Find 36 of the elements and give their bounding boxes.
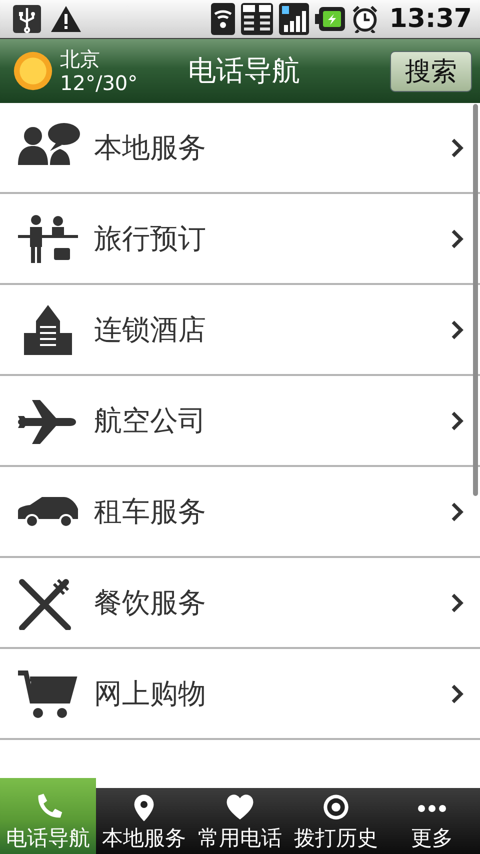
more-icon bbox=[417, 804, 447, 812]
city-name: 北京 bbox=[60, 47, 101, 71]
menu-label: 餐饮服务 bbox=[94, 584, 207, 620]
chevron-icon bbox=[450, 500, 464, 522]
sun-icon bbox=[12, 50, 54, 92]
menu-item[interactable]: 餐饮服务 bbox=[0, 558, 480, 649]
menu-label: 租车服务 bbox=[94, 494, 207, 530]
chevron-icon bbox=[450, 410, 464, 432]
app-title: 电话导航 bbox=[186, 53, 301, 89]
tab[interactable]: 更多 bbox=[384, 788, 480, 854]
tab[interactable]: 本地服务 bbox=[96, 788, 192, 854]
temperature: 12°/30° bbox=[60, 71, 138, 95]
tab[interactable]: 常用电话 bbox=[192, 788, 288, 854]
chevron-icon bbox=[450, 228, 464, 250]
battery-icon bbox=[315, 7, 346, 31]
tab[interactable]: 拨打历史 bbox=[288, 788, 384, 854]
menu-label: 网上购物 bbox=[94, 676, 207, 712]
warning-icon bbox=[50, 4, 82, 34]
clock-time: 13:37 bbox=[389, 4, 472, 34]
menu-item[interactable]: 网上购物 bbox=[0, 649, 480, 740]
menu-label: 连锁酒店 bbox=[94, 312, 207, 348]
menu-item[interactable]: 租车服务 bbox=[0, 467, 480, 558]
tab[interactable]: 电话导航 bbox=[0, 778, 96, 854]
chevron-icon bbox=[450, 318, 464, 340]
alarm-icon bbox=[351, 5, 380, 33]
usb-icon bbox=[12, 4, 42, 34]
search-button[interactable]: 搜索 bbox=[390, 50, 472, 92]
menu-label: 旅行预订 bbox=[94, 220, 207, 256]
menu-label: 航空公司 bbox=[94, 402, 207, 438]
chevron-icon bbox=[450, 592, 464, 614]
signal-icon bbox=[279, 3, 310, 35]
menu-label: 本地服务 bbox=[94, 130, 207, 166]
chevron-icon bbox=[450, 682, 464, 704]
wifi-icon bbox=[211, 3, 236, 35]
chevron-icon bbox=[450, 136, 464, 158]
network-icon bbox=[241, 3, 274, 35]
